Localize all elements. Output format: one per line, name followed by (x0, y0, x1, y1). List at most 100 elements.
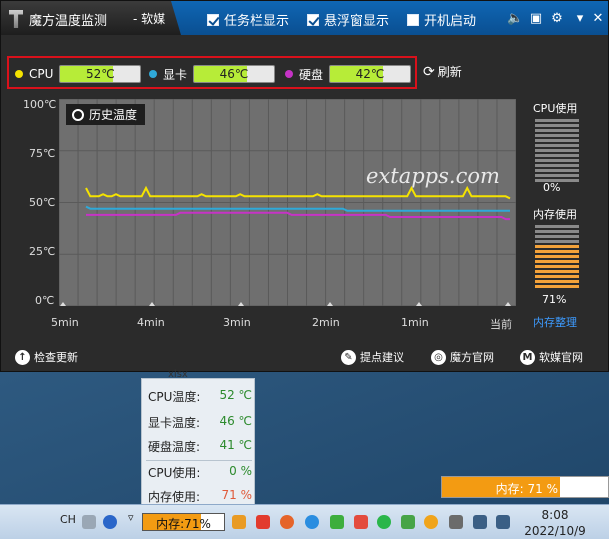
joystick-icon[interactable] (401, 515, 415, 529)
mem-usage-value: 71% (542, 293, 567, 306)
option-autostart[interactable]: 开机启动 (407, 10, 476, 29)
gauge-segment (535, 255, 579, 258)
history-temperature-chart (59, 99, 516, 306)
tooltip-value: 41 ℃ (219, 438, 252, 452)
checkbox-autostart[interactable] (407, 13, 419, 26)
floating-memory-text: 内存: 71 % (495, 482, 558, 496)
tray-expand-icon[interactable]: ▿ (128, 511, 134, 524)
gauge-segment (535, 240, 579, 243)
readout-gpu: 显卡 46℃ (149, 65, 276, 83)
arrow-up-tray-icon[interactable] (424, 515, 438, 529)
gear-icon[interactable]: ⚙ (550, 12, 564, 26)
readout-cpu: CPU 52℃ (15, 65, 142, 83)
shield-icon[interactable] (256, 515, 270, 529)
gauge-segment (535, 169, 579, 172)
checkbox-taskbar[interactable] (207, 13, 219, 26)
language-indicator[interactable]: CH (60, 513, 76, 526)
history-badge-label: 历史温度 (89, 108, 138, 122)
option-label: 任务栏显示 (224, 14, 290, 29)
taskbar-memory-indicator[interactable]: 内存:71% (142, 513, 225, 531)
official-site-label: 魔方官网 (450, 351, 494, 364)
arrow-up-icon: ↑ (15, 349, 30, 365)
volume-icon[interactable] (496, 515, 510, 529)
disk-temp-value: 42℃ (329, 65, 412, 83)
gauge-segment (535, 230, 579, 233)
gauge-segment (535, 245, 579, 248)
cpu-temp-value: 52℃ (59, 65, 142, 83)
bug-icon[interactable] (354, 515, 368, 529)
gauge-segment (535, 280, 579, 283)
title-bar: 魔方温度监测 - 软媒 任务栏显示 悬浮窗显示 开机启动 🔈 ▣ ⚙ ▾ ✕ (1, 1, 608, 35)
help-icon[interactable] (103, 515, 117, 529)
gauge-segment (535, 119, 579, 122)
tooltip-value: 0 % (229, 464, 252, 478)
y-tick-label: 50℃ (29, 196, 56, 209)
feather-icon: ✎ (341, 349, 356, 365)
gauge-segment (535, 270, 579, 273)
gauge-segment (535, 154, 579, 157)
memory-cleanup-link[interactable]: 内存整理 (533, 314, 577, 330)
y-tick-label: 75℃ (29, 147, 56, 160)
gauge-segment (535, 124, 579, 127)
close-icon[interactable]: ✕ (591, 12, 605, 26)
tooltip-value: 52 ℃ (219, 388, 252, 402)
cpu-usage-label: CPU使用 (533, 102, 578, 115)
camera-icon[interactable]: ▣ (529, 12, 543, 26)
tray-tooltip: CPU温度: 52 ℃ 显卡温度: 46 ℃ 硬盘温度: 41 ℃ CPU使用:… (141, 378, 255, 506)
refresh-icon: ⟳ (423, 63, 435, 80)
gauge-segment (535, 250, 579, 253)
usb-icon[interactable] (449, 515, 463, 529)
tooltip-value: 46 ℃ (219, 414, 252, 428)
refresh-button[interactable]: ⟳ 刷新 (423, 63, 462, 80)
network-icon[interactable] (473, 515, 487, 529)
x-tick-label: 5min (51, 316, 79, 329)
official-site-link[interactable]: ◎ 魔方官网 (431, 349, 494, 365)
option-float-window[interactable]: 悬浮窗显示 (307, 10, 389, 29)
tooltip-row: CPU温度: 52 ℃ (148, 388, 252, 405)
gauge-segment (535, 144, 579, 147)
app-tray-icon[interactable] (280, 515, 294, 529)
ruanmei-site-link[interactable]: M 软媒官网 (520, 349, 583, 365)
tooltip-value: 71 % (221, 488, 253, 502)
speaker-icon[interactable]: 🔈 (507, 12, 523, 26)
check-update-label: 检查更新 (34, 351, 78, 364)
puzzle-icon[interactable] (330, 515, 344, 529)
tooltip-divider (146, 460, 252, 461)
taskbar-memory-text: 内存:71% (156, 517, 211, 531)
mem-usage-label: 内存使用 (533, 208, 577, 221)
cpu-dot (15, 70, 23, 78)
clock-time: 8:08 (541, 508, 569, 522)
readout-label: 显卡 (163, 67, 188, 82)
watermark: extapps.com (366, 164, 500, 188)
floating-memory-window[interactable]: 内存: 71 % (441, 476, 609, 498)
checkbox-float-window[interactable] (307, 13, 319, 26)
suggest-link[interactable]: ✎ 提点建议 (341, 349, 404, 365)
gauge-segment (535, 235, 579, 238)
minimize-icon[interactable]: ▾ (573, 12, 587, 26)
system-clock[interactable]: 8:08 2022/10/9 (522, 507, 588, 539)
clock-date: 2022/10/9 (524, 524, 586, 538)
gauge-segment (535, 164, 579, 167)
tooltip-label: CPU温度: (148, 390, 201, 404)
refresh-label: 刷新 (437, 65, 462, 79)
gpu-dot (149, 70, 157, 78)
folder-icon[interactable] (232, 515, 246, 529)
check-update-link[interactable]: ↑ 检查更新 (15, 349, 78, 365)
gauge-segment (535, 174, 579, 177)
wechat-icon[interactable] (377, 515, 391, 529)
tooltip-label: 显卡温度: (148, 416, 201, 430)
gauge-segment (535, 129, 579, 132)
mem-usage-gauge (535, 225, 579, 290)
x-tick-label: 2min (312, 316, 340, 329)
x-tick-label: 4min (137, 316, 165, 329)
globe-icon: ◎ (431, 349, 446, 365)
gauge-segment (535, 139, 579, 142)
star-icon[interactable] (305, 515, 319, 529)
readout-label: CPU (29, 67, 54, 81)
gauge-segment (535, 159, 579, 162)
app-title: 魔方温度监测 (29, 14, 108, 29)
option-taskbar-display[interactable]: 任务栏显示 (207, 10, 289, 29)
keyboard-icon[interactable] (82, 515, 96, 529)
option-label: 悬浮窗显示 (324, 14, 390, 29)
tooltip-row: 硬盘温度: 41 ℃ (148, 438, 252, 455)
